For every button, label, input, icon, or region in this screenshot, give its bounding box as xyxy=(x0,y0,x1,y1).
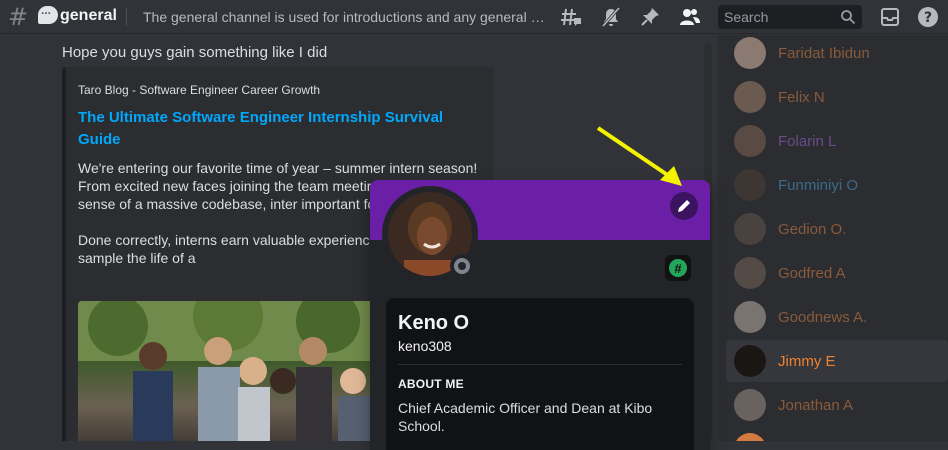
member-name: Godfred A xyxy=(778,264,846,282)
avatar xyxy=(734,81,766,113)
member-list: Faridat Ibidun Felix N Folarin L Funmini… xyxy=(718,35,948,441)
embed-provider[interactable]: Taro Blog - Software Engineer Career Gro… xyxy=(78,83,320,97)
embed-image[interactable] xyxy=(78,301,374,441)
card-divider xyxy=(398,364,682,365)
svg-text:?: ? xyxy=(924,10,932,26)
user-profile-popout: # Keno O keno308 ABOUT ME Chief Academic… xyxy=(370,180,710,450)
help-icon[interactable]: ? xyxy=(917,6,939,28)
offline-status-icon xyxy=(454,258,470,274)
member-item[interactable] xyxy=(726,428,948,441)
annotation-arrow-icon xyxy=(596,126,682,186)
avatar xyxy=(734,257,766,289)
member-name: Faridat Ibidun xyxy=(778,44,870,62)
inbox-icon[interactable] xyxy=(879,6,901,28)
member-item[interactable]: Godfred A xyxy=(726,252,948,294)
channel-name: general xyxy=(60,7,117,24)
member-name: Funminiyi O xyxy=(778,176,859,194)
member-name: Goodnews A. xyxy=(778,308,868,326)
member-name: Jimmy E xyxy=(778,352,836,370)
member-item[interactable]: Jonathan A xyxy=(726,384,948,426)
search-input[interactable]: Search xyxy=(718,5,862,29)
member-name: Felix N xyxy=(778,88,825,106)
header-divider xyxy=(126,8,127,26)
speech-bubble-icon xyxy=(38,3,58,24)
member-item-selected[interactable]: Jimmy E xyxy=(726,340,948,382)
embed-title-link[interactable]: The Ultimate Software Engineer Internshi… xyxy=(78,107,458,151)
avatar xyxy=(734,125,766,157)
threads-icon[interactable] xyxy=(560,6,582,28)
avatar xyxy=(734,169,766,201)
display-name: Keno O xyxy=(398,312,470,334)
message-text: Hope you guys gain something like I did xyxy=(62,44,328,61)
avatar xyxy=(734,389,766,421)
member-item[interactable]: Felix N xyxy=(726,76,948,118)
search-icon xyxy=(840,9,856,28)
username: keno308 xyxy=(398,338,452,354)
avatar xyxy=(734,345,766,377)
about-me-text: Chief Academic Officer and Dean at Kibo … xyxy=(398,400,653,434)
channel-topic[interactable]: The general channel is used for introduc… xyxy=(143,9,549,25)
profile-card: Keno O keno308 ABOUT ME Chief Academic O… xyxy=(386,298,694,450)
hashtag-badge-icon[interactable]: # xyxy=(665,255,691,281)
member-name: Gedion O. xyxy=(778,220,847,238)
member-item[interactable]: Folarin L xyxy=(726,120,948,162)
member-item[interactable]: Funminiyi O xyxy=(726,164,948,206)
member-item[interactable]: Gedion O. xyxy=(726,208,948,250)
avatar xyxy=(734,37,766,69)
avatar xyxy=(734,213,766,245)
badge-glyph: # xyxy=(669,259,687,277)
member-list-icon[interactable] xyxy=(679,6,701,28)
member-item[interactable]: Goodnews A. xyxy=(726,296,948,338)
member-item[interactable]: Faridat Ibidun xyxy=(726,35,948,74)
channel-header: # general The general channel is used fo… xyxy=(0,0,948,34)
avatar xyxy=(734,433,766,441)
edit-profile-button[interactable] xyxy=(670,192,698,220)
member-name: Folarin L xyxy=(778,132,837,150)
about-me-heading: ABOUT ME xyxy=(398,377,464,391)
member-name: Jonathan A xyxy=(778,396,854,414)
avatar xyxy=(734,301,766,333)
pin-icon[interactable] xyxy=(639,6,661,28)
notification-bell-muted-icon[interactable] xyxy=(600,6,622,28)
hash-icon: # xyxy=(8,3,29,31)
search-placeholder: Search xyxy=(724,9,769,25)
pencil-icon xyxy=(678,200,690,212)
